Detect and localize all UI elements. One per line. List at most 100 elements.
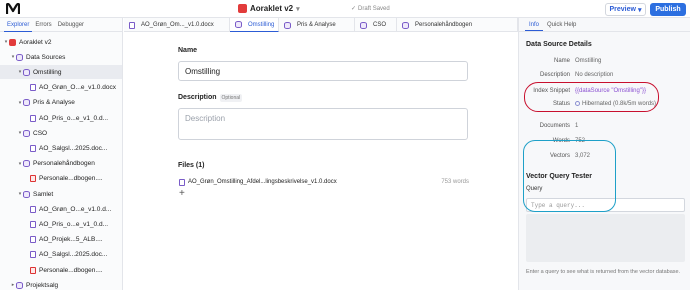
document-tab[interactable]: Pris & Analyse (279, 18, 355, 32)
details-heading: Data Source Details (526, 41, 592, 48)
detail-value-words: 752 (575, 138, 586, 144)
tree-item-label: CSO (33, 129, 48, 137)
data-source-editor: Name Omstilling Description Optional Desc… (124, 33, 518, 290)
pdf-icon (30, 266, 36, 274)
database-icon (23, 190, 30, 198)
tree-item[interactable]: AO_Pris_o...e_v1_0.d... (0, 111, 122, 125)
detail-value-description: No description (575, 72, 614, 78)
document-icon (30, 114, 36, 122)
app-title: Aoraklet v2 (250, 4, 294, 13)
top-bar: Aoraklet v2 ▾ ✓ Draft Saved Preview ▾ Pu… (0, 0, 690, 18)
draft-status: ✓ Draft Saved (351, 5, 390, 13)
document-tab[interactable]: CSO (355, 18, 397, 32)
tree-item-label: AO_Projek...5_ALB.... (39, 236, 103, 244)
document-icon (30, 220, 36, 228)
tree-item[interactable]: ▾ CSO (0, 126, 122, 140)
document-icon (30, 236, 36, 244)
preview-button[interactable]: Preview ▾ (605, 3, 646, 16)
tree-item[interactable]: ▾ Pris & Analyse (0, 96, 122, 110)
tree-item[interactable]: AO_Grøn_O...e_v1.0.docx (0, 81, 122, 95)
database-icon (16, 281, 23, 289)
explorer-sidebar: Explorer Errors Debugger ▾ Aoraklet v2 ▾ Da… (0, 18, 123, 290)
database-icon (284, 21, 291, 29)
detail-value-name: Omstilling (575, 58, 602, 64)
name-input[interactable]: Omstilling (178, 61, 468, 81)
tree-item-label: Omstilling (33, 68, 62, 76)
tree-item-label: Aoraklet v2 (19, 38, 52, 46)
document-tab[interactable]: AO_Grøn_Om..._v1.0.docx (124, 18, 230, 32)
document-icon (30, 205, 36, 213)
tree-item-label: Personalehåndbogen (33, 160, 95, 168)
tab-info[interactable]: Info (525, 18, 544, 31)
tree-item[interactable]: Personale...dbogen.... (0, 263, 122, 277)
tree-item[interactable]: AO_Salgsl...2025.doc... (0, 248, 122, 262)
document-icon (179, 178, 185, 186)
query-input[interactable]: Type a query... (526, 198, 685, 212)
check-icon: ✓ (351, 6, 357, 12)
tree-item-label: AO_Salgsl...2025.doc... (39, 251, 108, 259)
detail-key-vectors: Vectors (549, 153, 570, 159)
query-results-area (526, 214, 685, 262)
tree-item[interactable]: ▾ Omstilling (0, 65, 122, 80)
status-icon (575, 101, 580, 106)
document-icon (30, 144, 36, 152)
tab-debugger[interactable]: Debugger (55, 18, 87, 32)
index-snippet-value[interactable]: {{dataSource "Omstilling"}} (575, 88, 646, 94)
tree-item-label: Samlet (33, 190, 54, 198)
add-file-button[interactable]: + (179, 188, 185, 199)
database-icon (16, 53, 23, 61)
tab-explorer[interactable]: Explorer (4, 18, 33, 32)
inspector-tabs: Info Quick Help (519, 18, 690, 32)
tree-item-label: Personale...dbogen.... (39, 175, 103, 183)
document-tab-label: Omstilling (248, 21, 275, 28)
description-textarea[interactable]: Description (178, 108, 468, 140)
detail-key-documents: Documents (539, 123, 570, 129)
query-label: Query (526, 186, 543, 192)
red-highlight-annotation (524, 82, 659, 112)
document-tabs: AO_Grøn_Om..._v1.0.docx Omstilling Pris & … (124, 18, 518, 32)
detail-key-index-snippet: Index Snippet (533, 88, 570, 94)
database-icon (23, 68, 30, 76)
detail-key-status: Status (552, 101, 570, 107)
brand-logo-icon[interactable] (6, 3, 20, 15)
file-row[interactable]: AO_Grøn_Omstilling_Afdel...lingsbeskrive… (179, 176, 469, 188)
query-help-text: Enter a query to see what is returned fr… (526, 269, 681, 275)
tree-item[interactable]: ▸ Projektsalg (0, 278, 122, 290)
detail-key-name: Name (553, 58, 570, 64)
optional-badge: Optional (219, 94, 243, 102)
document-icon (30, 84, 36, 92)
database-icon (235, 21, 242, 28)
tab-errors[interactable]: Errors (32, 18, 54, 32)
file-name: AO_Grøn_Omstilling_Afdel...lingsbeskrive… (188, 179, 337, 185)
tree-item-label: AO_Pris_o...e_v1_0.d... (39, 220, 109, 228)
tree-item-label: Personale...dbogen.... (39, 266, 103, 274)
tree-item-label: AO_Salgsl...2025.doc... (39, 144, 108, 152)
tree-item[interactable]: ▾ Data Sources (0, 50, 122, 64)
document-tab[interactable]: Omstilling (230, 18, 279, 32)
tree-item[interactable]: AO_Grøn_O...e_v1.0.d... (0, 202, 122, 216)
document-icon (30, 251, 36, 259)
detail-key-words: Words (552, 138, 570, 144)
tree-item[interactable]: AO_Projek...5_ALB.... (0, 233, 122, 247)
chevron-down-icon: ▾ (637, 6, 642, 14)
app-title-switcher[interactable]: Aoraklet v2 ▾ (238, 4, 300, 13)
document-tab-label: CSO (373, 22, 387, 28)
tree-item[interactable]: AO_Pris_o...e_v1_0.d... (0, 217, 122, 231)
tree-item[interactable]: ▾ Personalehåndbogen (0, 157, 122, 171)
tree-item[interactable]: ▾ Aoraklet v2 (0, 35, 122, 49)
tree-item[interactable]: AO_Salgsl...2025.doc... (0, 141, 122, 155)
tree-item[interactable]: Personale...dbogen.... (0, 172, 122, 186)
publish-button[interactable]: Publish (650, 3, 686, 16)
database-icon (23, 160, 30, 168)
file-word-count: 753 words (441, 179, 469, 185)
sidebar-tabs: Explorer Errors Debugger (0, 18, 122, 32)
tab-quick-help[interactable]: Quick Help (543, 18, 580, 31)
tree-item[interactable]: ▾ Samlet (0, 187, 122, 201)
tree-item-label: AO_Grøn_O...e_v1.0.docx (39, 84, 116, 92)
tree-item-label: Projektsalg (26, 281, 59, 289)
tree-item-label: AO_Pris_o...e_v1_0.d... (39, 114, 109, 122)
database-icon (360, 21, 367, 29)
document-tab-label: Pris & Analyse (297, 22, 336, 28)
detail-key-description: Description (539, 72, 570, 78)
document-tab[interactable]: Personalehåndbogen (397, 18, 518, 32)
